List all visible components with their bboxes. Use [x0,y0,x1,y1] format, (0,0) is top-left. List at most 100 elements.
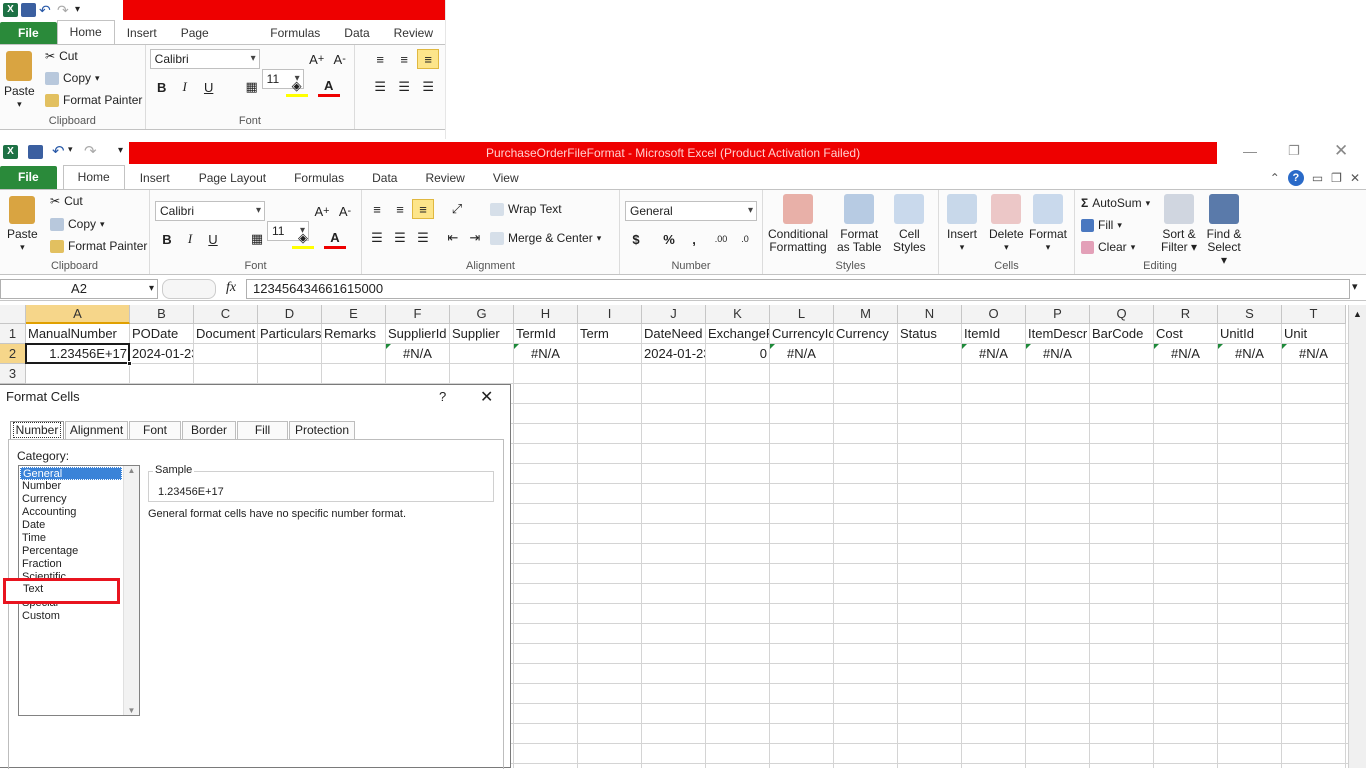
cell-m1[interactable]: Currency [834,324,897,344]
dialog-tab-fill[interactable]: Fill [237,421,288,439]
font-name-combo[interactable]: Calibri [149,49,260,69]
underline-icon[interactable]: U [198,77,220,97]
column-header-p[interactable]: P [1026,305,1090,324]
column-header-k[interactable]: K [706,305,770,324]
increase-indent-icon[interactable]: ⇥ [464,228,486,248]
cell-k1[interactable]: ExchangeR [706,324,769,344]
paste-button[interactable]: Paste ▾ [4,51,35,111]
cell-s2[interactable]: #N/A [1218,344,1281,364]
align-bottom-icon[interactable]: ≡ [417,49,440,69]
cut-button[interactable]: ✂ Cut [45,49,78,63]
dialog-close-icon[interactable]: ✕ [480,387,493,407]
undo-dropdown-icon[interactable]: ▾ [68,144,73,155]
cell-h1[interactable]: TermId [514,324,577,344]
customize-qat-icon[interactable]: ▾ [118,145,123,156]
error-indicator-icon[interactable] [770,344,775,349]
insert-function-icon[interactable]: fx [226,280,236,296]
column-header-g[interactable]: G [450,305,514,324]
increase-decimal-icon[interactable]: .00 [710,229,732,249]
wrap-text-button[interactable]: Wrap Text [490,202,562,216]
cell-c2[interactable] [194,344,257,364]
borders-icon[interactable]: ▦ [246,229,268,249]
align-top-icon[interactable]: ≡ [366,199,388,219]
column-header-t[interactable]: T [1282,305,1346,324]
fill-button[interactable]: Fill ▾ [1081,218,1122,232]
error-indicator-icon[interactable] [1154,344,1159,349]
merge-center-button[interactable]: Merge & Center ▾ [490,231,601,245]
text-category-highlight[interactable]: Text [3,578,120,604]
autosum-button[interactable]: Σ AutoSum ▾ [1081,196,1150,210]
grow-font-icon[interactable]: A + [311,201,333,221]
tab-review[interactable]: Review [382,22,445,44]
comma-icon[interactable]: , [683,229,705,249]
currency-icon[interactable]: $ [625,229,647,249]
column-header-b[interactable]: B [130,305,194,324]
dialog-tab-font[interactable]: Font [129,421,181,439]
category-time[interactable]: Time [20,532,122,545]
cell-m2[interactable] [834,344,897,364]
cell-r1[interactable]: Cost [1154,324,1217,344]
tab-home[interactable]: Home [56,20,115,44]
tab-file[interactable]: File [0,166,57,189]
cell-o1[interactable]: ItemId [962,324,1025,344]
cell-p1[interactable]: ItemDescr [1026,324,1089,344]
name-box[interactable]: A2 ▾ [0,279,158,299]
shrink-font-icon[interactable]: A- [329,49,351,69]
error-indicator-icon[interactable] [386,344,391,349]
cell-n2[interactable] [898,344,961,364]
error-indicator-icon[interactable] [514,344,519,349]
cell-o2[interactable]: #N/A [962,344,1025,364]
category-date[interactable]: Date [20,519,122,532]
column-header-a[interactable]: A [26,305,130,324]
bold-icon[interactable]: B [151,77,173,97]
decrease-indent-icon[interactable]: ⇤ [442,228,464,248]
decrease-decimal-icon[interactable]: .0 [734,229,756,249]
category-percentage[interactable]: Percentage [20,545,122,558]
save-icon[interactable] [21,2,36,17]
row-header[interactable]: 2 [0,344,26,364]
minimize-icon[interactable]: — [1243,143,1257,159]
format-painter-button[interactable]: Format Painter [45,93,142,107]
cell-i2[interactable] [578,344,641,364]
tab-formulas[interactable]: Formulas [280,167,358,189]
cut-button[interactable]: ✂ Cut [50,194,83,208]
cell-e1[interactable]: Remarks [322,324,385,344]
italic-icon[interactable]: I [179,229,201,249]
dialog-tab-protection[interactable]: Protection [289,421,355,439]
tab-review[interactable]: Review [411,167,478,189]
error-indicator-icon[interactable] [1026,344,1031,349]
tab-page-layout[interactable]: Page Layout [169,22,259,62]
tab-insert[interactable]: Insert [125,167,185,189]
vertical-scrollbar[interactable]: ▲ [1348,305,1366,768]
align-center-icon[interactable]: ☰ [389,228,411,248]
scroll-up-icon[interactable]: ▲ [124,466,139,475]
cell-d1[interactable]: Particulars [258,324,321,344]
cell-j1[interactable]: DateNeed [642,324,705,344]
undo-icon[interactable]: ↶ [52,142,65,160]
dialog-help-icon[interactable]: ? [439,389,446,404]
error-indicator-icon[interactable] [1218,344,1223,349]
cell-c1[interactable]: Document [194,324,257,344]
align-middle-icon[interactable]: ≡ [393,49,415,69]
format-cells-button[interactable]: Format ▾ [1029,194,1067,254]
cell-q1[interactable]: BarCode [1090,324,1153,344]
column-header-i[interactable]: I [578,305,642,324]
customize-qat-icon[interactable]: ▾ [75,4,80,15]
cell-l2[interactable]: #N/A [770,344,833,364]
cell-p2[interactable]: #N/A [1026,344,1089,364]
category-general[interactable]: General [20,467,122,480]
bold-icon[interactable]: B [156,229,178,249]
category-currency[interactable]: Currency [20,493,122,506]
tab-data[interactable]: Data [358,167,411,189]
cell-j2[interactable]: 2024-01-23 [642,344,705,364]
category-text[interactable]: Text [23,583,43,595]
redo-icon[interactable]: ↷ [84,142,97,160]
dialog-tab-alignment[interactable]: Alignment [65,421,128,439]
category-fraction[interactable]: Fraction [20,558,122,571]
scroll-down-icon[interactable]: ▼ [124,706,139,715]
align-right-icon[interactable]: ☰ [412,228,434,248]
tab-insert[interactable]: Insert [115,22,169,44]
cell-q2[interactable] [1090,344,1153,364]
column-header-f[interactable]: F [386,305,450,324]
column-header-n[interactable]: N [898,305,962,324]
